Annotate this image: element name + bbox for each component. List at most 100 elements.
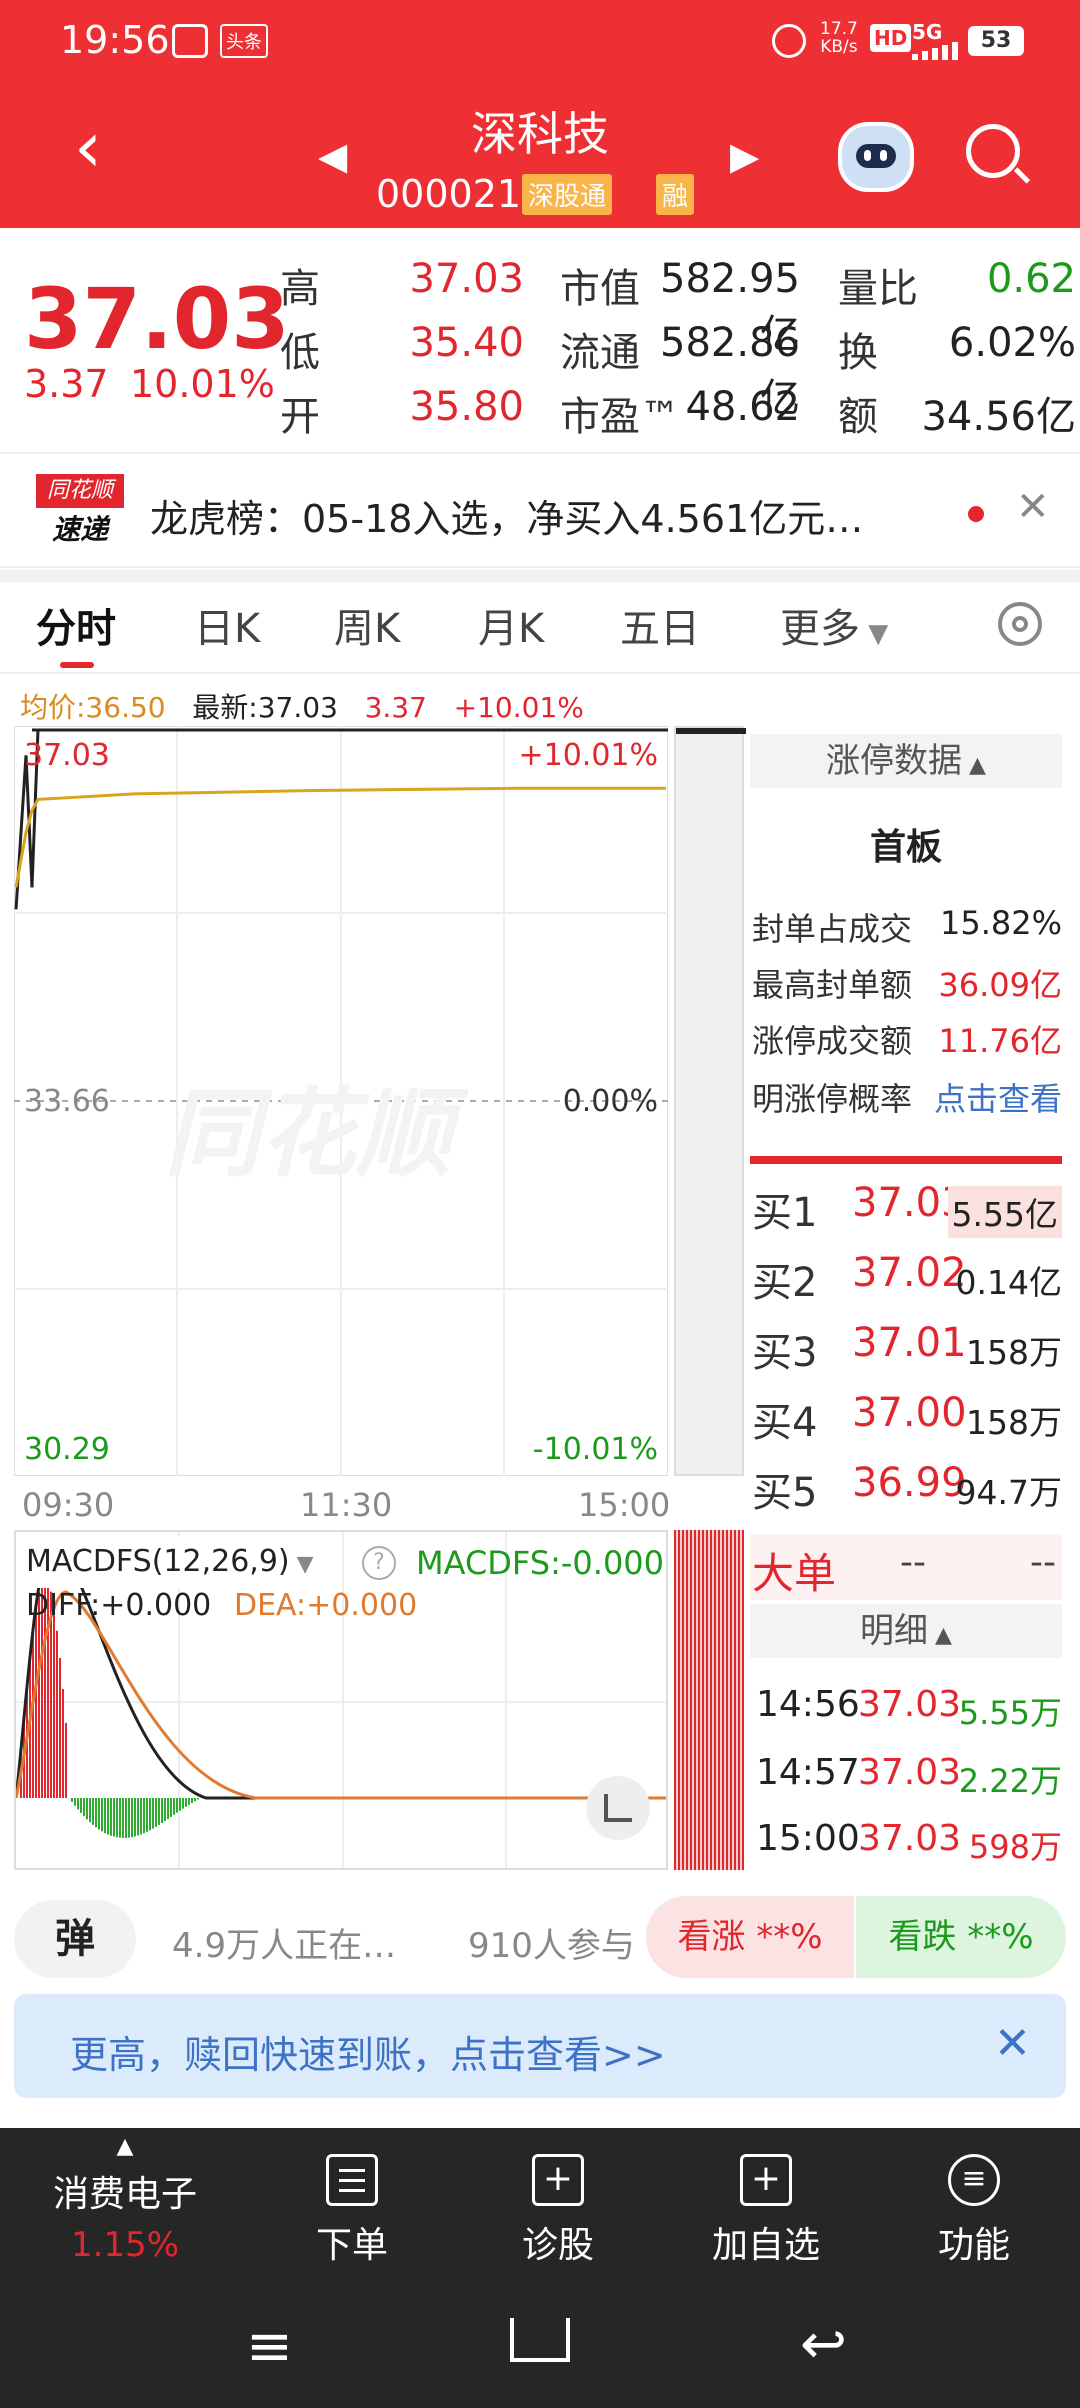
macd-bar [146, 1798, 148, 1832]
y-tick-mid: 33.66 [24, 1084, 110, 1119]
bullish-button[interactable]: 看涨 **% [646, 1896, 854, 1978]
tonghuashun-express-logo: 同花顺 速递 [36, 474, 124, 550]
limit-amount-label: 涨停成交额 [752, 1022, 913, 1060]
pe-value: 48.62 [685, 384, 800, 430]
tab-intraday[interactable]: 分时 [36, 596, 116, 654]
functions-button[interactable]: ≡ 功能 [884, 2154, 1064, 2268]
limit-up-title[interactable]: 涨停数据 ▲ [750, 734, 1062, 788]
turnover-label: 换 [838, 330, 878, 376]
limit-prob-link[interactable]: 点击查看 [934, 1074, 1062, 1120]
place-order-button[interactable]: 下单 [262, 2154, 442, 2268]
big-order-label: 大单 [752, 1549, 837, 1598]
bid-row-1[interactable]: 买1 37.03 5.55亿 [752, 1180, 1062, 1250]
x-tick-1130: 11:30 [300, 1486, 393, 1524]
bid-row-4[interactable]: 买4 37.00 158万 [752, 1390, 1062, 1460]
detail-title[interactable]: 明细 ▲ [750, 1604, 1062, 1658]
status-bar: 19:56 头条 17.7 KB/s HD 5G 53 [0, 0, 1080, 82]
macd-bar [56, 1630, 58, 1798]
macdfs-value: MACDFS:-0.000 [416, 1544, 665, 1582]
macd-bar [86, 1798, 88, 1820]
macd-bar [155, 1798, 157, 1827]
search-icon[interactable] [966, 124, 1031, 184]
bottom-toolbar: ▲ 消费电子 1.15% 下单 + 诊股 + 加自选 ≡ 功能 ≡ ↩ [0, 2128, 1080, 2408]
macd-bar [80, 1798, 82, 1813]
tab-weekly-k[interactable]: 周K [334, 596, 400, 654]
big-order-row[interactable]: 大单 -- -- [750, 1534, 1062, 1600]
bid-divider [750, 1156, 1062, 1164]
tab-daily-k[interactable]: 日K [194, 596, 260, 654]
news-strip[interactable]: 同花顺 速递 龙虎榜：05-18入选，净买入4.561亿元… ✕ [0, 452, 1080, 568]
macd-bar [128, 1798, 130, 1838]
recent-apps-icon[interactable]: ≡ [246, 2314, 293, 2379]
macd-bar [113, 1798, 115, 1837]
macd-bar [149, 1798, 151, 1831]
assistant-robot-icon[interactable] [838, 122, 914, 192]
open-label: 开 [280, 394, 320, 440]
amount-label: 额 [838, 394, 878, 440]
macd-bar [59, 1658, 61, 1798]
macd-bar [95, 1798, 97, 1828]
danmaku-toggle[interactable]: 弹 [14, 1900, 136, 1978]
bearish-button[interactable]: 看跌 **% [856, 1896, 1066, 1978]
bid-row-3[interactable]: 买3 37.01 158万 [752, 1320, 1062, 1390]
macd-bar [158, 1798, 160, 1825]
macd-header[interactable]: MACDFS(12,26,9) ▼ ? [16, 1536, 396, 1588]
seal-ratio-value: 15.82% [939, 904, 1062, 942]
settings-gear-icon[interactable] [998, 602, 1042, 646]
chevron-up-icon: ▲ [928, 1623, 952, 1648]
add-watchlist-button[interactable]: + 加自选 [676, 2154, 856, 2268]
tab-more[interactable]: 更多 ▼ [780, 596, 888, 654]
back-icon[interactable]: ‹ [74, 112, 102, 182]
limit-amount-value: 11.76亿 [938, 1022, 1062, 1060]
open-value: 35.80 [409, 384, 524, 430]
stock-code: 000021 [376, 172, 522, 216]
tab-monthly-k[interactable]: 月K [478, 596, 544, 654]
alarm-icon [772, 24, 806, 58]
limit-prob-label: 明涨停概率 [752, 1080, 913, 1118]
hd-icon: HD [870, 24, 912, 52]
expand-chart-icon[interactable] [586, 1776, 650, 1840]
macd-bar [107, 1798, 109, 1835]
macd-bar [110, 1798, 112, 1836]
diagnose-button[interactable]: + 诊股 [468, 2154, 648, 2268]
watermark: 同花顺 [164, 1078, 452, 1190]
pct-tick-top: +10.01% [518, 738, 658, 773]
close-news-icon[interactable]: ✕ [1016, 484, 1050, 530]
intraday-chart[interactable]: 同花顺 37.03 33.66 30.29 +10.01% 0.00% -10.… [13, 725, 669, 1477]
latest-change: 3.37 [364, 691, 427, 724]
home-icon[interactable] [510, 2318, 570, 2362]
prev-stock-icon[interactable]: ◀ [318, 134, 347, 178]
limit-up-panel: 涨停数据 ▲ 首板 [750, 734, 1062, 870]
macd-chart[interactable]: MACDFS(12,26,9) ▼ ? MACDFS:-0.000 DIFF:+… [14, 1530, 668, 1870]
big-order-v1: -- [900, 1542, 926, 1583]
y-tick-top: 37.03 [24, 738, 110, 773]
diagnose-icon: + [532, 2154, 584, 2206]
unread-dot-icon [968, 506, 984, 522]
macd-bar [176, 1798, 178, 1813]
x-tick-1500: 15:00 [578, 1486, 671, 1524]
add-icon: + [740, 2154, 792, 2206]
macd-title: MACDFS(12,26,9) [26, 1544, 290, 1579]
seal-ratio-label: 封单占成交 [752, 910, 913, 948]
macd-bar [143, 1798, 145, 1834]
tab-five-day[interactable]: 五日 [620, 596, 700, 654]
macd-bar [116, 1798, 118, 1838]
news-text[interactable]: 龙虎榜：05-18入选，净买入4.561亿元… [150, 488, 940, 543]
menu-icon: ≡ [948, 2154, 1000, 2206]
sector-button[interactable]: ▲ 消费电子 1.15% [30, 2134, 220, 2265]
macd-bar [164, 1798, 166, 1821]
bid-row-5[interactable]: 买5 36.99 94.7万 [752, 1460, 1062, 1530]
macd-bar [92, 1798, 94, 1825]
low-label: 低 [280, 330, 320, 376]
network-speed: 17.7 KB/s [820, 19, 858, 57]
promo-banner[interactable]: 更高，赎回快速到账，点击查看>> ✕ [14, 1994, 1066, 2098]
next-stock-icon[interactable]: ▶ [730, 134, 759, 178]
macd-bar [89, 1798, 91, 1823]
macd-bar [188, 1798, 190, 1805]
help-icon[interactable]: ? [362, 1546, 396, 1580]
macd-bar [119, 1798, 121, 1838]
bid-row-2[interactable]: 买2 37.02 0.14亿 [752, 1250, 1062, 1320]
volume-ratio-label: 量比 [838, 266, 918, 312]
back-nav-icon[interactable]: ↩ [800, 2312, 847, 2377]
close-banner-icon[interactable]: ✕ [994, 2018, 1031, 2069]
